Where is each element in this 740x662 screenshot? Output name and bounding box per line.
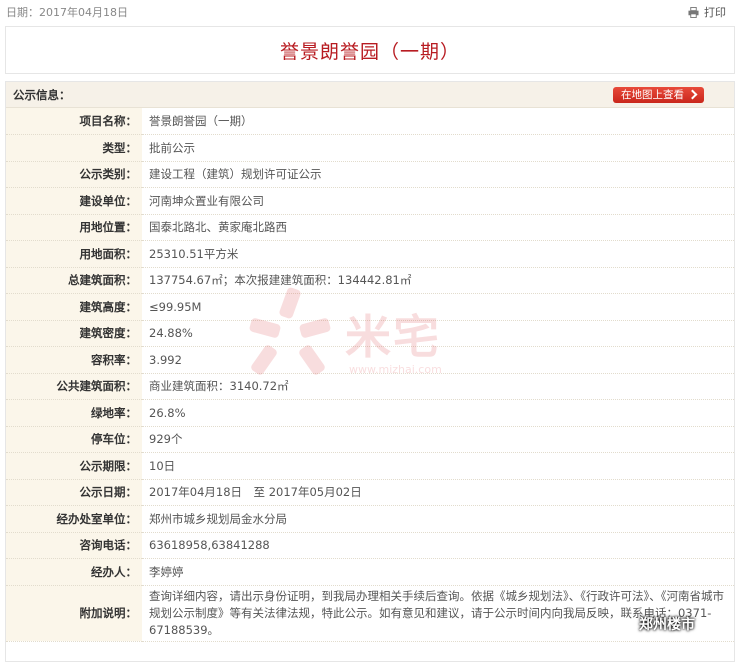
publish-date: 日期：2017年04月18日 bbox=[6, 6, 128, 19]
info-row: 建筑密度： 24.88% bbox=[6, 320, 734, 347]
info-value: 3.992 bbox=[142, 346, 734, 374]
info-value: 批前公示 bbox=[142, 134, 734, 162]
top-bar: 日期：2017年04月18日 打印 bbox=[0, 0, 740, 24]
info-value: 河南坤众置业有限公司 bbox=[142, 187, 734, 215]
info-label: 附加说明： bbox=[6, 585, 142, 642]
info-label: 容积率： bbox=[6, 346, 142, 374]
info-row: 公示期限： 10日 bbox=[6, 452, 734, 480]
info-label: 用地位置： bbox=[6, 214, 142, 241]
info-label: 总建筑面积： bbox=[6, 267, 142, 294]
info-value: 2017年04月18日 至 2017年05月02日 bbox=[142, 479, 734, 506]
info-table: 项目名称： 誉景朗誉园（一期） 类型： 批前公示 公示类别： 建设工程（建筑）规划许可证公… bbox=[6, 108, 734, 642]
info-label: 公共建筑面积： bbox=[6, 373, 142, 400]
info-row: 咨询电话： 63618958,63841288 bbox=[6, 532, 734, 559]
info-row: 用地面积： 25310.51平方米 bbox=[6, 240, 734, 268]
info-row: 项目名称： 誉景朗誉园（一期） bbox=[6, 108, 734, 135]
info-value: 国泰北路北、黄家庵北路西 bbox=[142, 214, 734, 241]
info-label: 咨询电话： bbox=[6, 532, 142, 559]
info-label: 建设单位： bbox=[6, 187, 142, 215]
info-value: 10日 bbox=[142, 452, 734, 480]
info-row: 用地位置： 国泰北路北、黄家庵北路西 bbox=[6, 214, 734, 241]
info-row: 经办处室单位： 郑州市城乡规划局金水分局 bbox=[6, 505, 734, 533]
print-label: 打印 bbox=[704, 6, 726, 19]
announcement-info-section: 公示信息： 在地图上查看 项目名称： 誉景朗誉园（一期） 类型： 批前公示 公示类别：建… bbox=[5, 81, 735, 662]
printer-icon bbox=[688, 6, 699, 18]
info-value: ≤99.95M bbox=[142, 293, 734, 321]
info-label: 用地面积： bbox=[6, 240, 142, 268]
page-title: 誉景朗誉园（一期） bbox=[279, 40, 460, 63]
info-row: 建筑高度： ≤99.95M bbox=[6, 293, 734, 321]
info-label: 经办处室单位： bbox=[6, 505, 142, 533]
info-value: 郑州市城乡规划局金水分局 bbox=[142, 505, 734, 533]
wechat-icon bbox=[618, 617, 636, 631]
info-value: 誉景朗誉园（一期） bbox=[142, 108, 734, 135]
info-label: 绿地率： bbox=[6, 399, 142, 427]
info-row: 建设单位： 河南坤众置业有限公司 bbox=[6, 187, 734, 215]
info-label: 建筑密度： bbox=[6, 320, 142, 347]
page-title-box: 誉景朗誉园（一期） bbox=[5, 26, 735, 74]
section-header: 公示信息： 在地图上查看 bbox=[6, 82, 734, 108]
view-on-map-button[interactable]: 在地图上查看 bbox=[613, 86, 704, 103]
info-row: 停车位： 929个 bbox=[6, 426, 734, 453]
info-value: 25310.51平方米 bbox=[142, 240, 734, 268]
view-on-map-label: 在地图上查看 bbox=[621, 88, 684, 101]
info-row: 经办人： 李婷婷 bbox=[6, 558, 734, 586]
info-label: 公示日期： bbox=[6, 479, 142, 506]
info-label: 公示期限： bbox=[6, 452, 142, 480]
info-label: 项目名称： bbox=[6, 108, 142, 135]
info-value: 建设工程（建筑）规划许可证公示 bbox=[142, 161, 734, 188]
info-row: 公示日期： 2017年04月18日 至 2017年05月02日 bbox=[6, 479, 734, 506]
info-label: 公示类别： bbox=[6, 161, 142, 188]
info-row: 公共建筑面积： 商业建筑面积：3140.72㎡ bbox=[6, 373, 734, 400]
info-value: 929个 bbox=[142, 426, 734, 453]
info-value: 商业建筑面积：3140.72㎡ bbox=[142, 373, 734, 400]
chevron-right-icon bbox=[687, 89, 698, 100]
info-row: 类型： 批前公示 bbox=[6, 134, 734, 162]
info-value: 24.88% bbox=[142, 320, 734, 347]
info-label: 停车位： bbox=[6, 426, 142, 453]
info-value: 李婷婷 bbox=[142, 558, 734, 586]
info-row: 绿地率： 26.8% bbox=[6, 399, 734, 427]
info-label: 经办人： bbox=[6, 558, 142, 586]
info-label: 类型： bbox=[6, 134, 142, 162]
stamp-text: 郑州楼市 bbox=[639, 617, 695, 633]
info-value: 26.8% bbox=[142, 399, 734, 427]
info-row: 容积率： 3.992 bbox=[6, 346, 734, 374]
section-title: 公示信息： bbox=[13, 87, 71, 102]
info-row: 公示类别： 建设工程（建筑）规划许可证公示 bbox=[6, 161, 734, 188]
info-row: 总建筑面积： 137754.67㎡；本次报建建筑面积：134442.81㎡ bbox=[6, 267, 734, 294]
info-value: 137754.67㎡；本次报建建筑面积：134442.81㎡ bbox=[142, 267, 734, 294]
source-stamp: 郑州楼市 bbox=[618, 614, 695, 634]
print-button[interactable]: 打印 bbox=[688, 4, 726, 20]
info-value: 63618958,63841288 bbox=[142, 532, 734, 559]
info-label: 建筑高度： bbox=[6, 293, 142, 321]
